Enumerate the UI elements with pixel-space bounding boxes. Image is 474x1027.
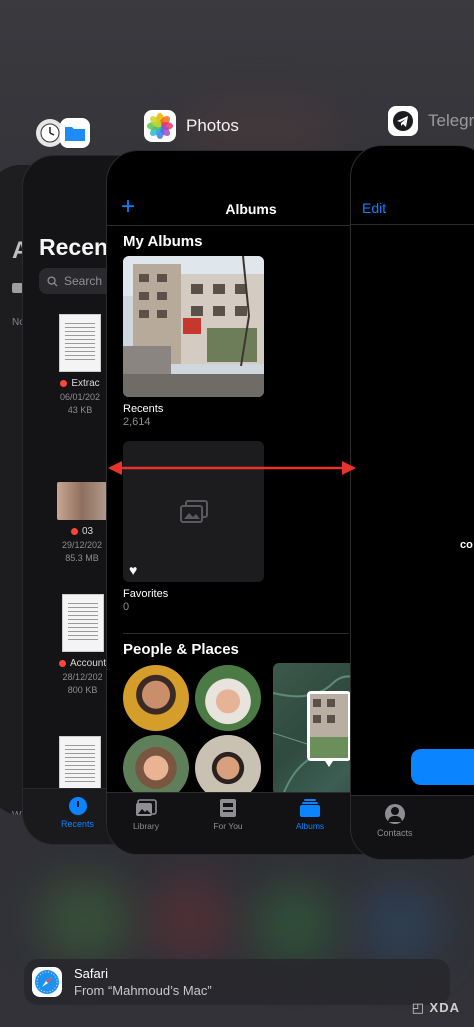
double-arrow-icon xyxy=(108,461,356,475)
person-icon xyxy=(384,804,405,824)
photos-icon xyxy=(144,110,176,142)
tab-recents[interactable]: Recents xyxy=(61,797,94,829)
divider xyxy=(351,224,474,225)
edit-button[interactable]: Edit xyxy=(362,200,386,216)
album-count: 0 xyxy=(123,601,130,613)
file-item[interactable]: 03 29/12/202 85.3 MB xyxy=(57,482,107,565)
file-item[interactable] xyxy=(59,736,101,794)
app-switcher: Photos Telegr A No W Recen Search Extrac… xyxy=(0,0,474,1027)
album-name: Recents xyxy=(123,403,164,415)
album-recents[interactable]: Recents 2,614 xyxy=(123,256,264,428)
person-avatar[interactable] xyxy=(195,665,261,731)
file-name: Account xyxy=(70,658,107,669)
file-date: 06/01/202 xyxy=(59,392,101,402)
bg-blur xyxy=(150,880,230,960)
file-name: Extrac xyxy=(71,378,100,389)
watermark-text: XDA xyxy=(429,1000,460,1015)
file-size: 43 KB xyxy=(67,405,93,416)
red-tag-icon xyxy=(70,528,78,535)
file-item[interactable]: Extrac 06/01/202 43 KB xyxy=(59,314,101,417)
tab-label: Recents xyxy=(61,819,95,829)
search-placeholder: Search xyxy=(64,274,103,288)
divider xyxy=(123,633,349,634)
clock-icon xyxy=(68,797,87,815)
album-count: 2,614 xyxy=(123,416,151,428)
document-thumbnail xyxy=(59,736,101,794)
bg-blur xyxy=(360,885,440,965)
section-title: My Albums xyxy=(123,233,203,250)
bg-blur xyxy=(40,880,130,960)
red-tag-icon xyxy=(60,380,68,387)
partial-text: co xyxy=(460,539,473,551)
album-name: Favorites xyxy=(123,588,169,600)
file-date: 28/12/202 xyxy=(62,672,103,682)
partial-text: W xyxy=(12,810,21,815)
photos-app-name: Photos xyxy=(186,116,239,135)
page-title: Recen xyxy=(39,234,109,260)
tab-albums[interactable]: Albums xyxy=(275,799,345,831)
handoff-app-name: Safari xyxy=(74,966,108,981)
file-size: 800 KB xyxy=(67,685,98,696)
file-name: 03 xyxy=(81,526,94,537)
primary-button[interactable] xyxy=(411,749,474,785)
document-thumbnail xyxy=(59,314,101,372)
telegram-app-name: Telegr xyxy=(428,111,474,130)
tab-for-you[interactable]: For You xyxy=(193,799,263,831)
handoff-banner[interactable]: Safari From “Mahmoud’s Mac” xyxy=(24,959,450,1005)
tab-label: For You xyxy=(213,821,243,831)
library-icon xyxy=(135,799,157,817)
safari-icon xyxy=(32,967,62,997)
photo-stack-icon xyxy=(179,499,208,523)
photo-thumbnail xyxy=(57,482,107,520)
watermark-logo: ◰ XDA xyxy=(411,1000,460,1015)
files-icon xyxy=(60,118,90,148)
telegram-icon xyxy=(388,106,418,136)
tab-label: Library xyxy=(133,821,159,831)
bg-blur xyxy=(255,885,335,965)
tab-library[interactable]: Library xyxy=(111,799,181,831)
albums-icon xyxy=(299,799,321,817)
telegram-app-label[interactable]: Telegr xyxy=(388,106,474,136)
file-size: 85.3 MB xyxy=(65,553,99,564)
section-title: People & Places xyxy=(123,641,239,658)
tab-label: Albums xyxy=(295,821,325,831)
photos-app-label[interactable]: Photos xyxy=(144,110,239,142)
person-avatar[interactable] xyxy=(123,665,189,731)
telegram-app-card[interactable]: Edit co Contacts xyxy=(350,145,474,860)
handoff-source: From “Mahmoud’s Mac” xyxy=(74,983,212,998)
file-item[interactable]: Account 28/12/202 800 KB xyxy=(59,594,106,697)
document-thumbnail xyxy=(61,594,104,652)
red-tag-icon xyxy=(59,660,66,667)
tab-bar: Contacts xyxy=(351,795,474,859)
heart-icon: ♥ xyxy=(129,562,138,578)
tab-contacts[interactable]: Contacts xyxy=(377,804,413,838)
tab-label: Contacts xyxy=(377,828,413,838)
files-app-label[interactable] xyxy=(36,118,90,148)
album-thumbnail xyxy=(123,256,264,397)
for-you-icon xyxy=(217,799,239,817)
search-icon xyxy=(47,275,58,287)
file-date: 29/12/202 xyxy=(61,540,103,550)
